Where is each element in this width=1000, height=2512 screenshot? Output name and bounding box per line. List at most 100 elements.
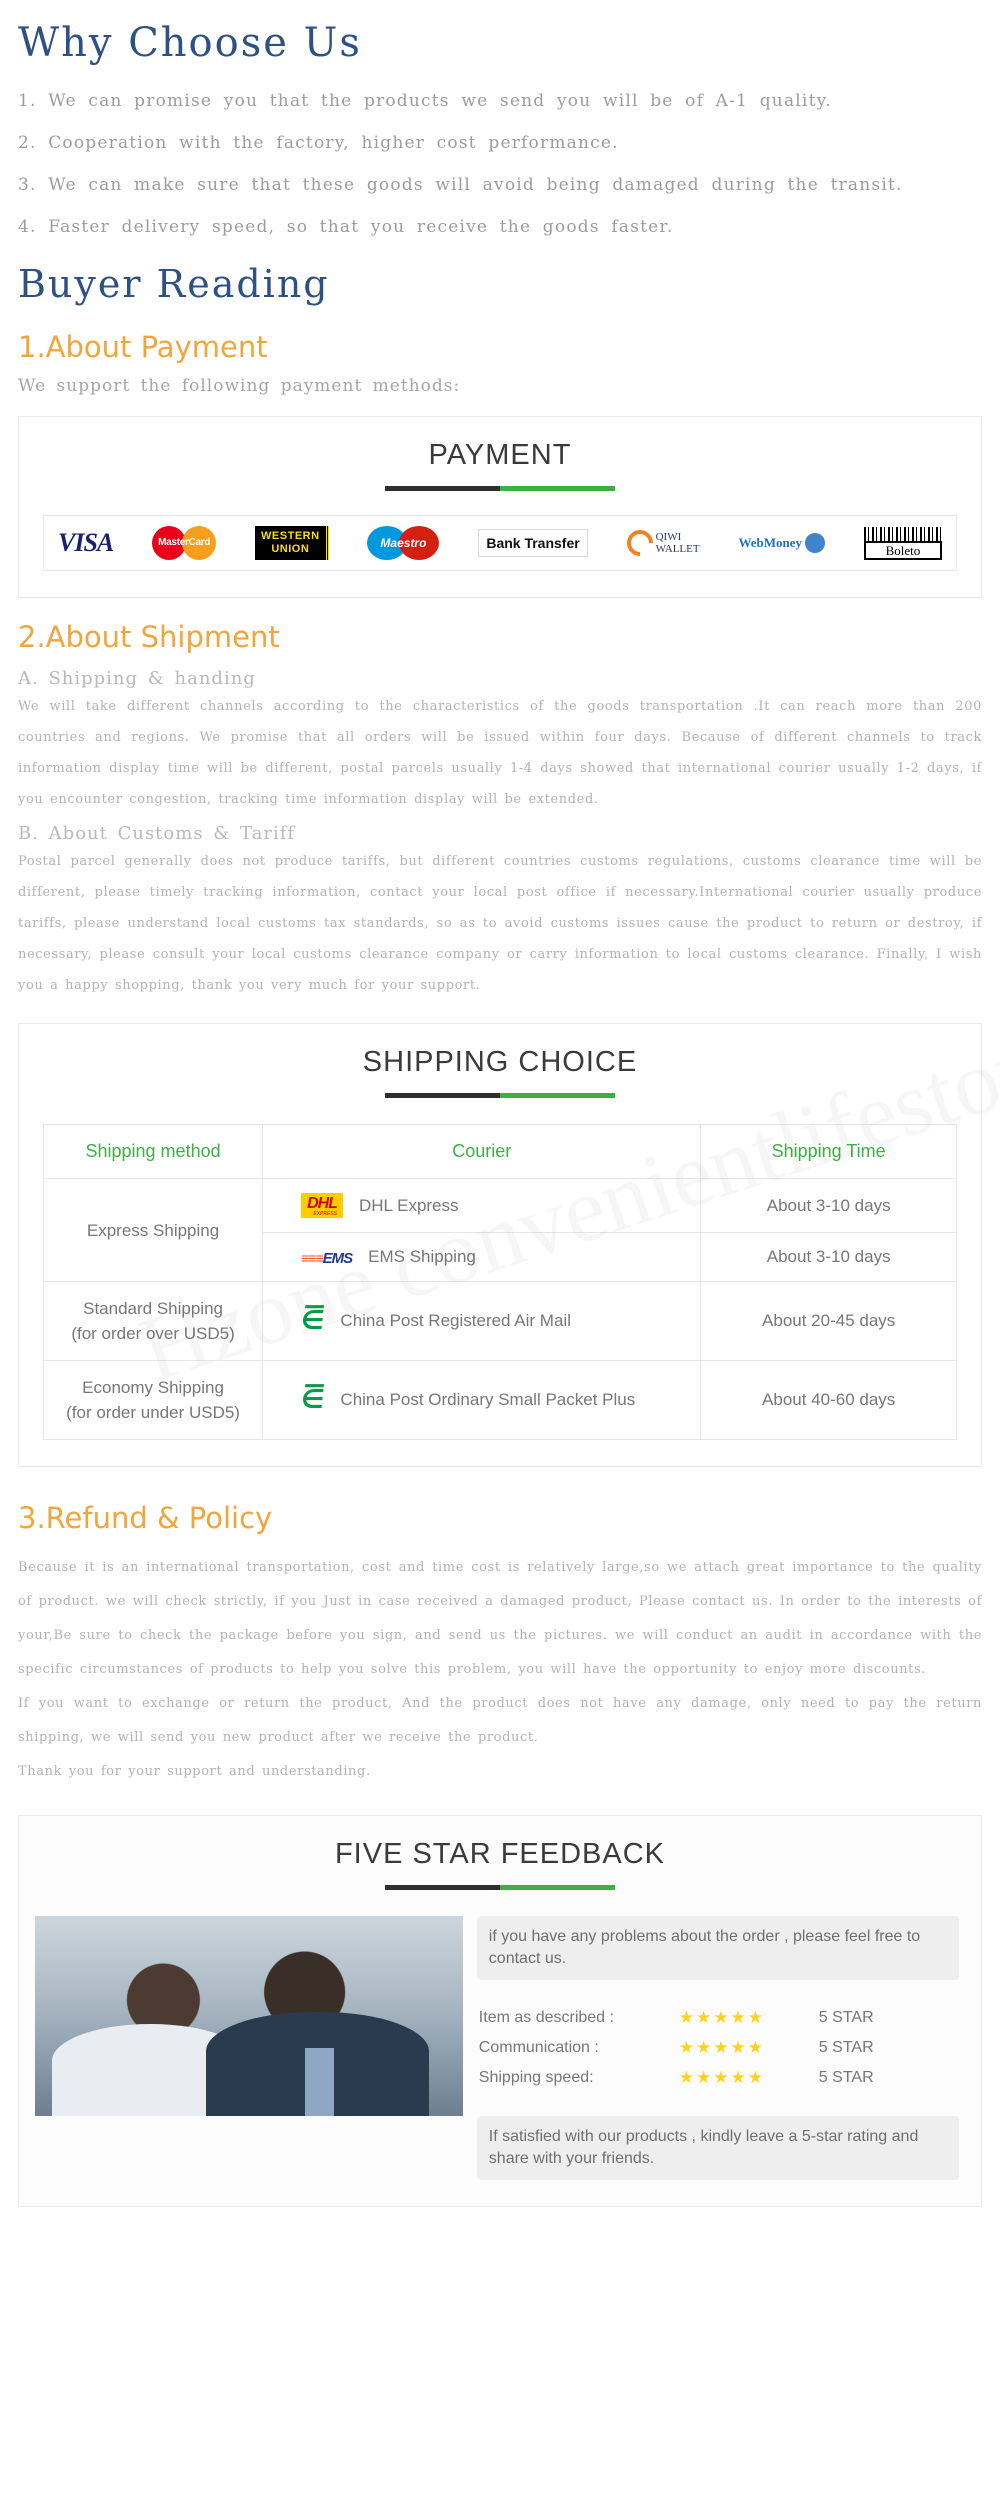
- method-sub: (for order under USD5): [66, 1403, 240, 1422]
- buyer-reading-heading: Buyer Reading: [18, 262, 330, 306]
- column-header-shipping-method: Shipping method: [42, 1124, 264, 1179]
- method-sub: (for order over USD5): [71, 1324, 235, 1343]
- five-star-request-bubble: If satisfied with our products , kindly …: [476, 2116, 959, 2180]
- about-payment-heading: 1.About Payment: [18, 330, 268, 364]
- why-choose-us-heading: Why Choose Us: [18, 20, 362, 66]
- china-post-logo: ⋶: [299, 1306, 326, 1336]
- rating-value: 5 STAR: [818, 2009, 874, 2026]
- western-union-line2: UNION: [271, 543, 310, 555]
- shipping-choice-panel: SHIPPING CHOICE Shipping method Courier …: [18, 1023, 982, 1467]
- courier-name: China Post Registered Air Mail: [340, 1311, 571, 1330]
- about-shipment-heading: 2.About Shipment: [18, 620, 280, 654]
- maestro-logo-label: Maestro: [380, 536, 427, 550]
- cell-shipping-time: About 3-10 days: [700, 1178, 957, 1233]
- rule-dark-segment: [385, 486, 500, 491]
- rule-green-segment: [500, 1885, 615, 1890]
- table-row: Economy Shipping (for order under USD5) …: [42, 1360, 957, 1440]
- refund-paragraph-3: Thank you for your support and understan…: [18, 1764, 371, 1779]
- list-item: 1. We can promise you that the products …: [18, 91, 832, 111]
- rating-label: Item as described :: [478, 2009, 614, 2026]
- payment-logo-strip: VISA MasterCard WESTERN UNION Maestro Ba…: [43, 515, 957, 571]
- refund-paragraph-1: Because it is an international transport…: [18, 1560, 982, 1677]
- boleto-label: Boleto: [863, 540, 942, 560]
- feedback-panel: FIVE STAR FEEDBACK if you have any probl…: [18, 1815, 982, 2207]
- table-row: Express Shipping DHL EXPRESS DHL Express …: [42, 1178, 957, 1282]
- rating-row: Communication : ★★★★★ 5 STAR: [479, 2038, 957, 2058]
- cell-courier: DHL EXPRESS DHL Express: [262, 1178, 702, 1233]
- cell-shipping-time: About 3-10 days: [700, 1232, 957, 1282]
- customer-photo: [35, 1916, 463, 2116]
- column-header-shipping-time: Shipping Time: [700, 1124, 957, 1179]
- barcode-icon: [863, 526, 942, 541]
- rating-value: 5 STAR: [818, 2069, 874, 2086]
- payment-title-rule: [385, 486, 615, 491]
- refund-policy-heading: 3.Refund & Policy: [18, 1501, 273, 1535]
- qiwi-q-mark: [621, 524, 658, 562]
- cell-shipping-method: Economy Shipping (for order under USD5): [42, 1360, 264, 1440]
- star-icons: ★★★★★: [678, 2038, 765, 2057]
- payment-panel-title: PAYMENT: [428, 439, 572, 471]
- webmoney-globe-icon: [805, 533, 826, 553]
- china-post-logo: ⋶: [299, 1385, 326, 1415]
- courier-name: EMS Shipping: [368, 1247, 476, 1266]
- boleto-logo: Boleto: [863, 526, 942, 560]
- cell-shipping-method: Express Shipping: [42, 1178, 264, 1282]
- maestro-logo: Maestro: [367, 526, 440, 560]
- shipping-choice-table: Shipping method Courier Shipping Time Ex…: [42, 1124, 957, 1440]
- cell-shipping-method: Standard Shipping (for order over USD5): [42, 1281, 264, 1361]
- feedback-body: if you have any problems about the order…: [35, 1916, 965, 2180]
- feedback-panel-title: FIVE STAR FEEDBACK: [334, 1838, 666, 1870]
- qiwi-wallet-logo: QIWI WALLET: [621, 524, 700, 562]
- rule-dark-segment: [385, 1093, 500, 1098]
- why-choose-us-list: 1. We can promise you that the products …: [0, 74, 1000, 248]
- star-icons: ★★★★★: [678, 2068, 765, 2087]
- list-item: 2. Cooperation with the factory, higher …: [18, 133, 619, 153]
- cell-shipping-time: About 20-45 days: [700, 1281, 957, 1361]
- customs-tariff-subheading: B. About Customs & Tariff: [18, 823, 296, 844]
- customs-tariff-paragraph: Postal parcel generally does not produce…: [18, 854, 982, 993]
- bank-transfer-logo: Bank Transfer: [478, 526, 588, 560]
- rating-value: 5 STAR: [818, 2039, 874, 2056]
- method-name: Standard Shipping: [83, 1299, 223, 1318]
- rating-rows: Item as described : ★★★★★ 5 STAR Communi…: [477, 1994, 959, 2102]
- mastercard-logo-label: MasterCard: [158, 537, 211, 548]
- list-item: 3. We can make sure that these goods wil…: [18, 175, 903, 195]
- rule-dark-segment: [385, 1885, 500, 1890]
- cell-courier: ⋶ China Post Registered Air Mail: [262, 1281, 702, 1361]
- visa-logo: VISA: [58, 526, 114, 560]
- shipping-handling-paragraph: We will take different channels accordin…: [18, 699, 982, 807]
- shipping-title-rule: [385, 1093, 615, 1098]
- qiwi-line1: QIWI: [655, 531, 682, 543]
- method-name: Economy Shipping: [82, 1378, 224, 1397]
- payment-panel: PAYMENT VISA MasterCard WESTERN UNION Ma…: [18, 416, 982, 598]
- rating-row: Item as described : ★★★★★ 5 STAR: [479, 2008, 957, 2028]
- qiwi-line2: WALLET: [655, 543, 700, 555]
- western-union-line1: WESTERN: [261, 530, 320, 542]
- rating-row: Shipping speed: ★★★★★ 5 STAR: [479, 2068, 957, 2088]
- dhl-logo: DHL EXPRESS: [301, 1193, 343, 1218]
- western-union-logo: WESTERN UNION: [255, 526, 329, 560]
- mastercard-logo: MasterCard: [152, 526, 217, 560]
- courier-name: DHL Express: [359, 1195, 459, 1215]
- cell-courier: ⋶ China Post Ordinary Small Packet Plus: [262, 1360, 702, 1440]
- star-icons: ★★★★★: [678, 2008, 765, 2027]
- cell-shipping-time: About 40-60 days: [700, 1360, 957, 1440]
- shipping-choice-title: SHIPPING CHOICE: [362, 1046, 638, 1078]
- photo-necktie: [304, 2048, 335, 2116]
- rating-label: Communication :: [478, 2039, 599, 2056]
- column-header-courier: Courier: [262, 1124, 702, 1179]
- webmoney-logo: WebMoney: [738, 526, 826, 560]
- rule-green-segment: [500, 1093, 615, 1098]
- product-description-page: Hzone convenientlifestore Why Choose Us …: [0, 0, 1000, 2255]
- table-header-row: Shipping method Courier Shipping Time: [42, 1124, 957, 1179]
- list-item: 4. Faster delivery speed, so that you re…: [18, 217, 674, 237]
- cell-courier: ≡≡≡EMS EMS Shipping: [262, 1232, 702, 1282]
- table-row: Standard Shipping (for order over USD5) …: [42, 1281, 957, 1361]
- feedback-right-column: if you have any problems about the order…: [476, 1916, 965, 2180]
- courier-name: China Post Ordinary Small Packet Plus: [340, 1390, 636, 1409]
- payment-intro-text: We support the following payment methods…: [18, 376, 461, 396]
- ems-logo: ≡≡≡EMS: [301, 1249, 353, 1267]
- rating-label: Shipping speed:: [478, 2069, 594, 2086]
- shipping-handling-subheading: A. Shipping & handing: [18, 668, 256, 689]
- visa-logo-label: VISA: [58, 528, 114, 557]
